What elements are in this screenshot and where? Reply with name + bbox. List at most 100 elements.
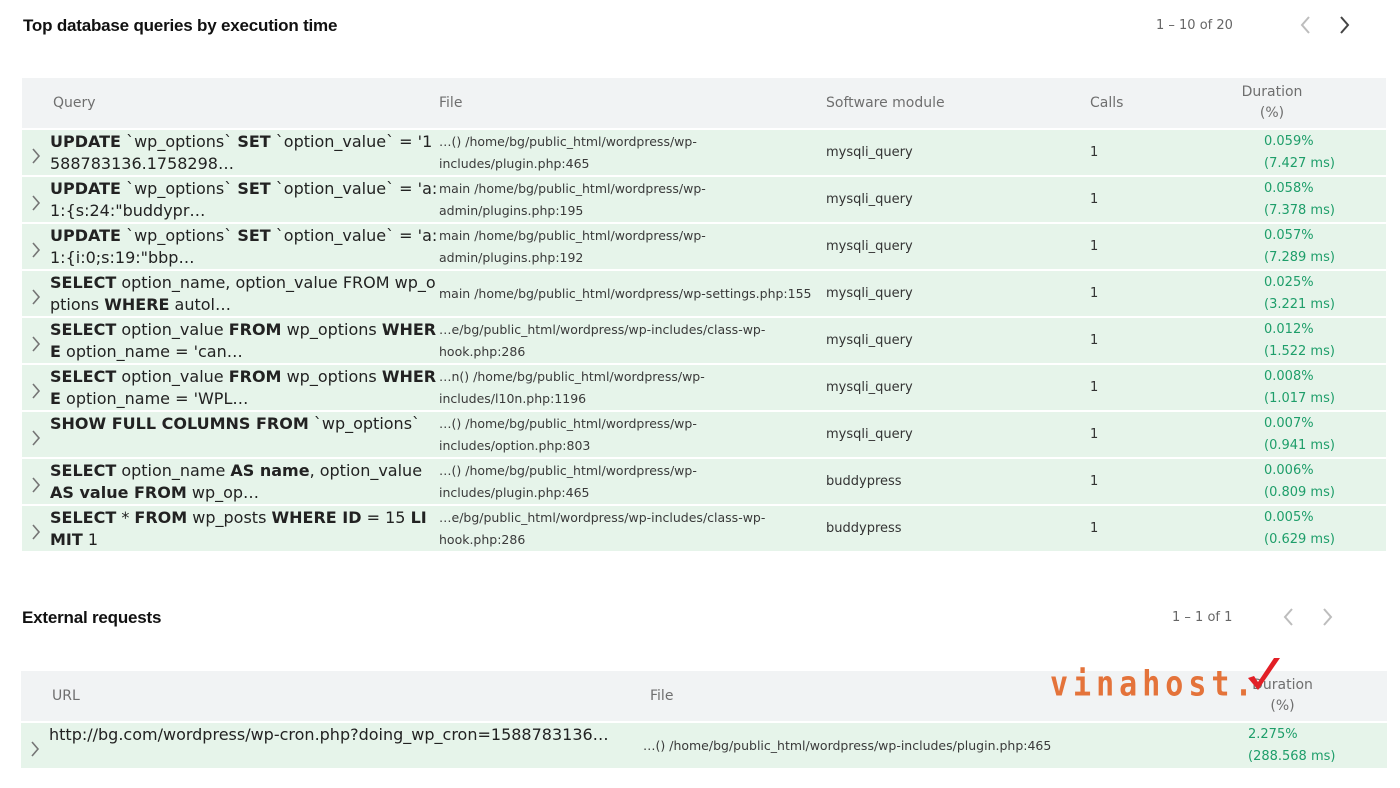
chevron-right-icon [1323, 608, 1333, 626]
file-cell: …() /home/bg/public_html/wordpress/wp-in… [439, 130, 826, 175]
column-header-duration[interactable]: Duration (%) [1218, 78, 1386, 128]
queries-prev-page-button[interactable] [1285, 11, 1325, 39]
call-count: 1 [1090, 333, 1099, 348]
chevron-left-icon [1300, 16, 1310, 34]
column-header-url[interactable]: URL [21, 671, 638, 721]
chevron-right-icon [32, 147, 41, 164]
duration-value: 0.058% (7.378 ms) [1264, 180, 1335, 218]
query-cell: SELECT option_name, option_value FROM wp… [22, 271, 439, 316]
file-path: …() /home/bg/public_html/wordpress/wp-in… [439, 462, 697, 500]
query-text: SELECT option_name, option_value FROM wp… [50, 272, 436, 314]
query-cell: SELECT option_value FROM wp_options WHER… [22, 365, 439, 410]
column-header-file[interactable]: File [439, 78, 826, 128]
external-table: URL File Duration (%) http://bg.com/wordp… [21, 669, 1387, 770]
file-path: …e/bg/public_html/wordpress/wp-includes/… [439, 321, 766, 359]
expand-row-button[interactable] [22, 424, 50, 446]
query-cell: UPDATE `wp_options` SET `option_value` =… [22, 177, 439, 222]
query-text: SELECT option_name AS name, option_value… [50, 460, 423, 502]
expand-row-button[interactable] [22, 236, 50, 258]
software-module: mysqli_query [826, 380, 913, 395]
duration-cell: 0.008% (1.017 ms) [1218, 365, 1386, 410]
duration-value: 0.007% (0.941 ms) [1264, 415, 1335, 453]
chevron-right-icon [32, 194, 41, 211]
expand-row-button[interactable] [22, 142, 50, 164]
call-count: 1 [1090, 427, 1099, 442]
duration-cell: 2.275% (288.568 ms) [1218, 723, 1387, 768]
query-row[interactable]: UPDATE `wp_options` SET `option_value` =… [22, 130, 1386, 175]
file-cell: …() /home/bg/public_html/wordpress/wp-in… [638, 723, 1218, 768]
query-row[interactable]: SHOW FULL COLUMNS FROM `wp_options` …() /… [22, 412, 1386, 457]
duration-cell: 0.005% (0.629 ms) [1218, 506, 1386, 551]
chevron-right-icon [1340, 16, 1350, 34]
external-prev-page-button[interactable] [1268, 603, 1308, 631]
duration-value: 0.006% (0.809 ms) [1264, 462, 1335, 500]
query-cell: UPDATE `wp_options` SET `option_value` =… [22, 224, 439, 269]
module-cell: mysqli_query [826, 177, 1088, 222]
file-cell: main /home/bg/public_html/wordpress/wp-a… [439, 177, 826, 222]
column-header-calls[interactable]: Calls [1088, 78, 1218, 128]
queries-table: Query File Software module Calls Duratio… [22, 76, 1386, 553]
external-request-row[interactable]: http://bg.com/wordpress/wp-cron.php?doin… [21, 723, 1387, 768]
expand-row-button[interactable] [21, 735, 49, 757]
expand-row-button[interactable] [22, 189, 50, 211]
expand-row-button[interactable] [22, 471, 50, 493]
queries-header-row: Query File Software module Calls Duratio… [22, 78, 1386, 128]
file-cell: …e/bg/public_html/wordpress/wp-includes/… [439, 318, 826, 363]
queries-pager: 1 – 10 of 20 [1156, 11, 1365, 39]
duration-cell: 0.006% (0.809 ms) [1218, 459, 1386, 504]
duration-cell: 0.025% (3.221 ms) [1218, 271, 1386, 316]
external-pager-range: 1 – 1 of 1 [1172, 609, 1233, 625]
query-text: UPDATE `wp_options` SET `option_value` =… [50, 178, 438, 220]
query-row[interactable]: SELECT option_name, option_value FROM wp… [22, 271, 1386, 316]
expand-row-button[interactable] [22, 377, 50, 399]
expand-row-button[interactable] [22, 330, 50, 352]
calls-cell: 1 [1088, 506, 1218, 551]
column-header-duration[interactable]: Duration (%) [1218, 671, 1387, 721]
duration-cell: 0.007% (0.941 ms) [1218, 412, 1386, 457]
call-count: 1 [1090, 239, 1099, 254]
software-module: mysqli_query [826, 427, 913, 442]
query-text: SELECT * FROM wp_posts WHERE ID = 15 LIM… [50, 507, 427, 549]
calls-cell: 1 [1088, 459, 1218, 504]
queries-next-page-button[interactable] [1325, 11, 1365, 39]
calls-cell: 1 [1088, 130, 1218, 175]
file-path: …n() /home/bg/public_html/wordpress/wp-i… [439, 368, 705, 406]
duration-header-unit: (%) [1270, 698, 1295, 714]
call-count: 1 [1090, 286, 1099, 301]
chevron-right-icon [32, 382, 41, 399]
file-path: …e/bg/public_html/wordpress/wp-includes/… [439, 509, 766, 547]
chevron-right-icon [32, 429, 41, 446]
query-row[interactable]: SELECT option_value FROM wp_options WHER… [22, 365, 1386, 410]
file-path: main /home/bg/public_html/wordpress/wp-a… [439, 180, 706, 218]
query-text: UPDATE `wp_options` SET `option_value` =… [50, 225, 438, 267]
request-url: http://bg.com/wordpress/wp-cron.php?doin… [49, 724, 609, 744]
query-row[interactable]: SELECT option_name AS name, option_value… [22, 459, 1386, 504]
query-row[interactable]: SELECT option_value FROM wp_options WHER… [22, 318, 1386, 363]
column-header-file[interactable]: File [638, 671, 1218, 721]
column-header-query[interactable]: Query [22, 78, 439, 128]
query-row[interactable]: UPDATE `wp_options` SET `option_value` =… [22, 224, 1386, 269]
expand-row-button[interactable] [22, 283, 50, 305]
software-module: buddypress [826, 474, 902, 489]
query-row[interactable]: UPDATE `wp_options` SET `option_value` =… [22, 177, 1386, 222]
external-header-row: URL File Duration (%) [21, 671, 1387, 721]
expand-row-button[interactable] [22, 518, 50, 540]
file-path: main /home/bg/public_html/wordpress/wp-s… [439, 285, 812, 301]
chevron-right-icon [32, 335, 41, 352]
file-path: …() /home/bg/public_html/wordpress/wp-in… [643, 737, 1052, 753]
call-count: 1 [1090, 192, 1099, 207]
query-row[interactable]: SELECT * FROM wp_posts WHERE ID = 15 LIM… [22, 506, 1386, 551]
duration-cell: 0.012% (1.522 ms) [1218, 318, 1386, 363]
duration-cell: 0.058% (7.378 ms) [1218, 177, 1386, 222]
query-text: UPDATE `wp_options` SET `option_value` =… [50, 131, 433, 173]
duration-value: 0.005% (0.629 ms) [1264, 509, 1335, 547]
queries-pager-range: 1 – 10 of 20 [1156, 17, 1233, 33]
file-cell: …n() /home/bg/public_html/wordpress/wp-i… [439, 365, 826, 410]
query-cell: SHOW FULL COLUMNS FROM `wp_options` [22, 412, 439, 457]
duration-cell: 0.059% (7.427 ms) [1218, 130, 1386, 175]
external-section-title: External requests [22, 608, 162, 627]
column-header-module[interactable]: Software module [826, 78, 1088, 128]
duration-header-unit: (%) [1259, 105, 1285, 121]
duration-value: 2.275% (288.568 ms) [1248, 726, 1336, 764]
external-next-page-button[interactable] [1308, 603, 1348, 631]
